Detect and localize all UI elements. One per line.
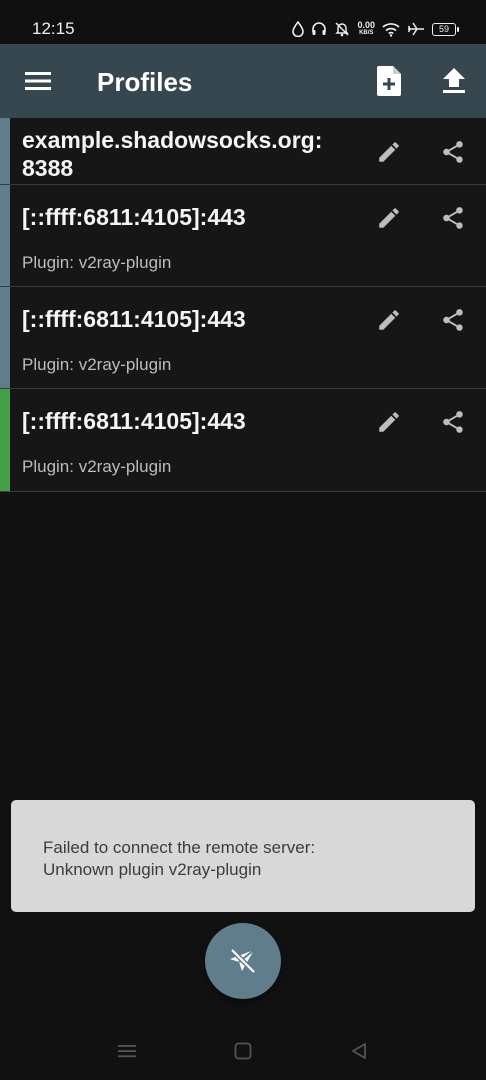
recents-icon bbox=[118, 1045, 136, 1058]
battery-icon: 59 bbox=[432, 22, 459, 36]
share-icon bbox=[443, 309, 463, 331]
profile-indicator bbox=[0, 185, 10, 286]
plane-off-icon bbox=[230, 948, 256, 974]
edit-profile-button[interactable] bbox=[367, 130, 411, 174]
profile-card[interactable]: [::ffff:6811:4105]:443 Plugin: v2ray-plu… bbox=[0, 287, 486, 389]
profile-name: [::ffff:6811:4105]:443 bbox=[22, 306, 246, 332]
add-file-icon bbox=[377, 66, 401, 96]
headset-icon bbox=[311, 21, 327, 37]
share-profile-button[interactable] bbox=[431, 196, 475, 240]
menu-button[interactable] bbox=[14, 58, 62, 104]
bell-off-icon bbox=[334, 21, 350, 37]
net-speed-value: 0.00 bbox=[357, 20, 375, 30]
airplane-icon bbox=[407, 22, 425, 36]
pencil-icon bbox=[379, 310, 399, 330]
share-icon bbox=[443, 207, 463, 229]
pencil-icon bbox=[379, 208, 399, 228]
share-icon bbox=[443, 141, 463, 163]
net-speed: 0.00 KB/S bbox=[357, 21, 375, 37]
back-icon bbox=[352, 1043, 366, 1059]
water-drop-icon bbox=[292, 21, 305, 37]
upload-button[interactable] bbox=[430, 58, 478, 104]
profile-name: [::ffff:6811:4105]:443 bbox=[22, 408, 246, 434]
error-snackbar: Failed to connect the remote server: Unk… bbox=[11, 800, 475, 912]
app-bar: Profiles bbox=[0, 44, 486, 118]
edit-profile-button[interactable] bbox=[367, 298, 411, 342]
profile-indicator-active bbox=[0, 389, 10, 491]
upload-icon bbox=[443, 68, 465, 93]
home-button[interactable] bbox=[228, 1036, 258, 1066]
add-profile-button[interactable] bbox=[365, 58, 413, 104]
share-profile-button[interactable] bbox=[431, 298, 475, 342]
profile-indicator bbox=[0, 118, 10, 184]
page-title: Profiles bbox=[97, 67, 193, 97]
profile-card[interactable]: [::ffff:6811:4105]:443 Plugin: v2ray-plu… bbox=[0, 185, 486, 287]
status-icons: 0.00 KB/S 59 bbox=[292, 18, 459, 40]
pencil-icon bbox=[379, 412, 399, 432]
share-profile-button[interactable] bbox=[431, 400, 475, 444]
status-time: 12:15 bbox=[32, 19, 75, 38]
profile-card[interactable]: example.shadowsocks.org: 8388 bbox=[0, 118, 486, 185]
edit-profile-button[interactable] bbox=[367, 400, 411, 444]
profile-card-active[interactable]: [::ffff:6811:4105]:443 Plugin: v2ray-plu… bbox=[0, 389, 486, 492]
battery-level: 59 bbox=[438, 23, 449, 34]
share-profile-button[interactable] bbox=[431, 130, 475, 174]
profile-name: [::ffff:6811:4105]:443 bbox=[22, 204, 246, 230]
profile-name: example.shadowsocks.org: 8388 bbox=[22, 127, 323, 181]
profile-plugin: Plugin: v2ray-plugin bbox=[22, 355, 172, 374]
share-icon bbox=[443, 411, 463, 433]
snackbar-message-line2: Unknown plugin v2ray-plugin bbox=[43, 860, 262, 879]
profile-plugin: Plugin: v2ray-plugin bbox=[22, 253, 172, 272]
net-speed-unit: KB/S bbox=[359, 30, 374, 36]
edit-profile-button[interactable] bbox=[367, 196, 411, 240]
back-button[interactable] bbox=[344, 1036, 374, 1066]
menu-icon bbox=[25, 72, 51, 90]
wifi-icon bbox=[382, 22, 400, 37]
status-bar: 12:15 0.00 KB/S 59 bbox=[0, 0, 486, 44]
profile-plugin: Plugin: v2ray-plugin bbox=[22, 457, 172, 476]
profile-list: example.shadowsocks.org: 8388 [::ffff:68… bbox=[0, 118, 486, 492]
recents-button[interactable] bbox=[112, 1036, 142, 1066]
snackbar-message-line1: Failed to connect the remote server: bbox=[43, 838, 316, 857]
profile-indicator bbox=[0, 287, 10, 388]
home-icon bbox=[234, 1042, 252, 1060]
system-nav-bar bbox=[0, 1020, 486, 1080]
pencil-icon bbox=[379, 142, 399, 162]
connect-fab[interactable] bbox=[205, 923, 281, 999]
